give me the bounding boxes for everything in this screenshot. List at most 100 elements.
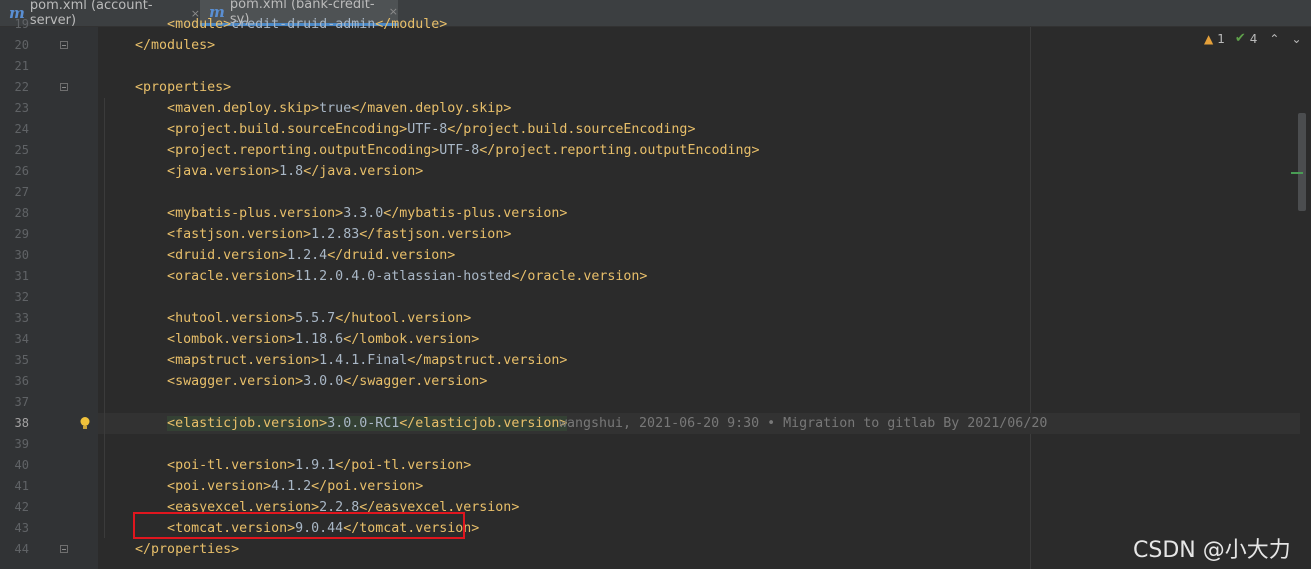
inspection-widget[interactable]: ▲ 1 ✔ 4 ⌃ ⌄ [1204,31,1302,46]
xml-tag: poi-tl.version [175,458,288,473]
code-text: <poi-tl.version>1.9.1</poi-tl.version> [103,455,471,476]
xml-end: > [223,80,232,95]
xml-tag: project.reporting.outputEncoding [175,143,432,158]
xml-mid: > [319,416,328,431]
xml-end: > [511,500,520,515]
xml-close-open: </ [343,332,360,347]
xml-mid: > [287,311,296,326]
vertical-scrollbar[interactable] [1298,113,1306,211]
xml-indent [103,416,167,431]
chevron-up-icon[interactable]: ⌃ [1269,32,1279,46]
xml-text: 3.0.0-RC1 [327,416,400,431]
xml-text: true [319,101,352,116]
xml-mid: > [311,101,320,116]
xml-open: < [167,269,176,284]
code-line: 33 <hutool.version>5.5.7</hutool.version… [0,308,1311,329]
xml-close-open: </ [447,122,464,137]
xml-close-open: </ [351,101,368,116]
xml-tag: swagger.version [175,374,296,389]
xml-close-tag: mybatis-plus.version [399,206,560,221]
xml-indent [103,269,167,284]
xml-close-tag: hutool.version [351,311,464,326]
code-line: 20 </modules> [0,35,1311,56]
xml-close-tag: java.version [319,164,416,179]
xml-close-tag: poi.version [327,479,416,494]
xml-tag: mapstruct.version [175,353,312,368]
xml-text: 1.8 [279,164,304,179]
line-number: 43 [14,521,29,535]
code-text: </properties> [103,539,239,560]
lightbulb-icon[interactable] [79,416,91,431]
xml-mid: > [271,164,280,179]
xml-end: > [751,143,760,158]
xml-end: > [415,479,424,494]
xml-open: < [167,122,176,137]
xml-indent [103,458,167,473]
code-text: <maven.deploy.skip>true</maven.deploy.sk… [103,98,511,119]
check-icon: ✔ [1234,31,1246,46]
xml-close-tag: mapstruct.version [423,353,560,368]
code-text: <poi.version>4.1.2</poi.version> [103,476,423,497]
xml-close-tag: module [391,17,440,32]
line-number: 26 [14,164,29,178]
code-line: 25 <project.reporting.outputEncoding>UTF… [0,140,1311,161]
xml-tag: maven.deploy.skip [175,101,312,116]
xml-open: < [167,311,176,326]
xml-end: > [503,227,512,242]
xml-indent [103,101,167,116]
xml-indent [103,479,167,494]
line-number: 23 [14,101,29,115]
code-line: 36 <swagger.version>3.0.0</swagger.versi… [0,371,1311,392]
line-number: 30 [14,248,29,262]
fold-icon[interactable] [60,545,68,553]
xml-mid: > [287,332,296,347]
xml-tag: properties [151,542,232,557]
code-line: 35 <mapstruct.version>1.4.1.Final</mapst… [0,350,1311,371]
warning-count: 1 [1217,31,1225,46]
code-line: 19 <module>credit-druid-admin</module> [0,14,1311,35]
fold-icon[interactable] [60,83,68,91]
xml-end: > [479,374,488,389]
xml-close-open: </ [327,248,344,263]
xml-indent [103,17,167,32]
xml-text: 4.1.2 [271,479,312,494]
code-text: <java.version>1.8</java.version> [103,161,423,182]
xml-text: UTF-8 [439,143,480,158]
xml-tag: mybatis-plus.version [175,206,336,221]
xml-close-open: </ [511,269,528,284]
code-text: <mybatis-plus.version>3.3.0</mybatis-plu… [103,203,567,224]
xml-mid: > [263,479,272,494]
line-number: 35 [14,353,29,367]
xml-open: < [167,374,176,389]
xml-tag: poi.version [175,479,264,494]
code-text: <project.reporting.outputEncoding>UTF-8<… [103,140,760,161]
xml-tag: elasticjob.version [175,416,320,431]
xml-close-tag: oracle.version [527,269,640,284]
fold-icon[interactable] [60,41,68,49]
xml-indent [103,122,167,137]
xml-open: < [167,227,176,242]
xml-mid: > [223,17,232,32]
xml-mid: > [287,458,296,473]
line-number: 21 [14,59,29,73]
xml-open: < [167,416,176,431]
xml-end: > [639,269,648,284]
xml-indent [103,80,135,95]
code-text: <project.build.sourceEncoding>UTF-8</pro… [103,119,695,140]
xml-close-open: </ [311,479,328,494]
line-number: 41 [14,479,29,493]
code-line: 26 <java.version>1.8</java.version> [0,161,1311,182]
chevron-down-icon[interactable]: ⌄ [1291,32,1301,46]
xml-tag: modules [151,38,208,53]
xml-end: > [447,248,456,263]
code-text: <properties> [103,77,231,98]
xml-text: 1.4.1.Final [319,353,408,368]
csdn-watermark: CSDN @小大力 [1133,538,1291,563]
xml-open: < [135,80,144,95]
xml-mid: > [279,248,288,263]
warning-icon: ▲ [1204,31,1214,46]
xml-close-open: </ [303,164,320,179]
xml-indent [103,38,135,53]
line-number: 25 [14,143,29,157]
xml-end: > [415,164,424,179]
